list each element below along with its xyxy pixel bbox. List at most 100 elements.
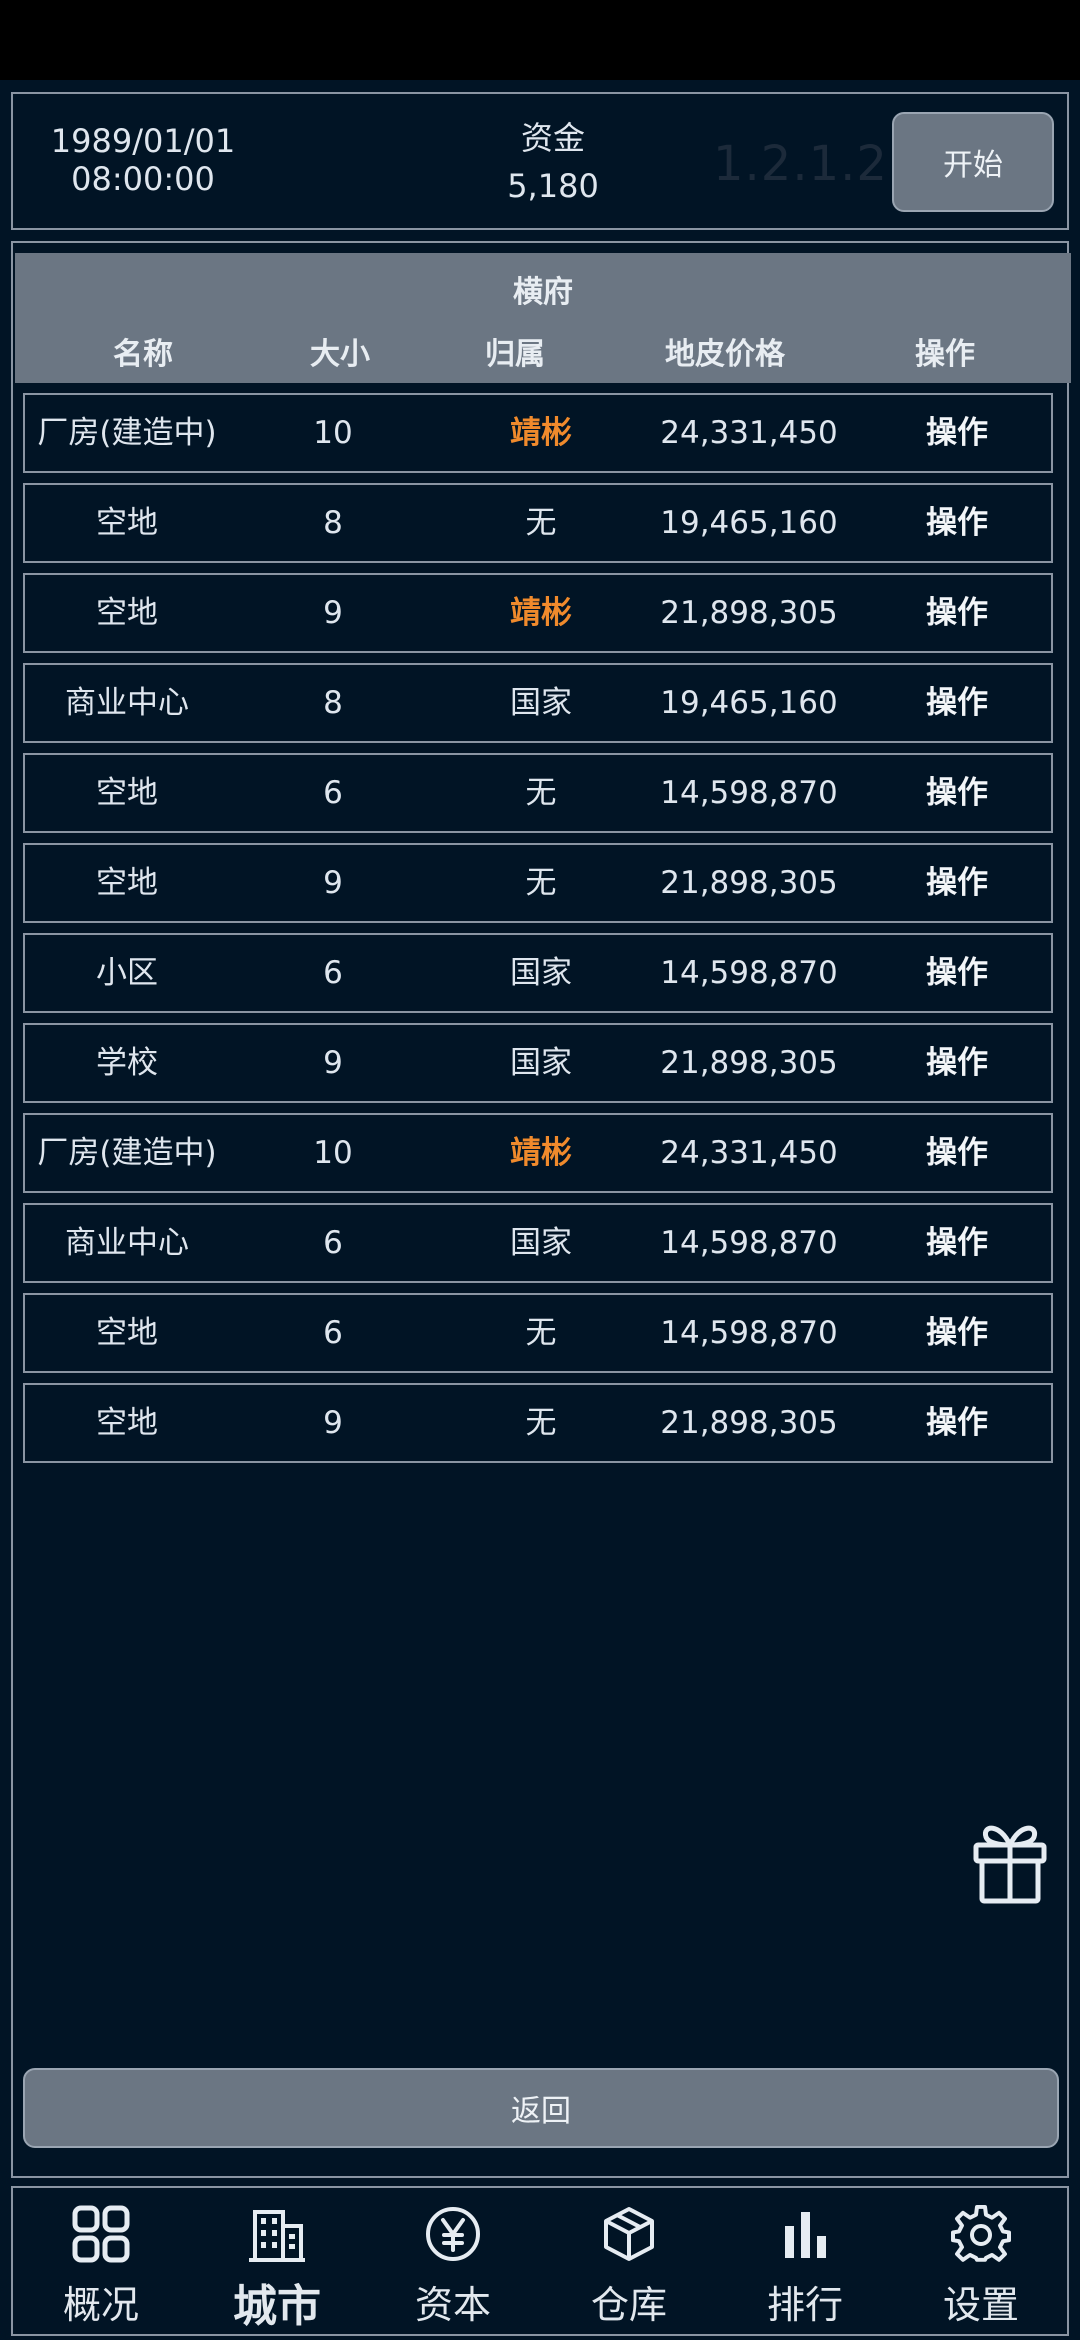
operate-button[interactable]: 操作 [853,485,1061,561]
operate-button[interactable]: 操作 [853,1115,1061,1191]
tab-label: 概况 [62,2283,139,2327]
land-price: 21,898,305 [660,1045,838,1081]
land-name: 空地 [96,1315,158,1351]
land-owner: 国家 [510,685,572,721]
column-headers: 名称 大小 归属 地皮价格 操作 [15,329,1071,372]
land-row: 空地 6 无 14,598,870 操作 [23,753,1053,833]
land-owner: 无 [525,1315,557,1351]
land-owner: 无 [525,775,557,811]
land-name: 学校 [96,1045,158,1081]
operate-button[interactable]: 操作 [853,1295,1061,1371]
land-price: 24,331,450 [660,415,838,451]
operate-button[interactable]: 操作 [853,1205,1061,1281]
land-size: 8 [323,685,343,721]
top-panel: 1989/01/01 08:00:00 资金 5,180 1.2.1.2 开始 [11,92,1069,230]
land-owner: 无 [525,505,557,541]
operate-button[interactable]: 操作 [853,395,1061,471]
grid-icon [72,2205,130,2263]
land-owner: 国家 [510,1225,572,1261]
land-row: 空地 9 靖彬 21,898,305 操作 [23,573,1053,653]
tab-warehouse[interactable]: 仓库 [541,2188,717,2334]
column-price: 地皮价格 [665,337,785,372]
land-owner: 无 [525,1405,557,1441]
land-price: 21,898,305 [660,865,838,901]
land-price: 19,465,160 [660,685,838,721]
land-list: 厂房(建造中) 10 靖彬 24,331,450 操作 空地 8 无 19,465,160 操作空… [23,393,1063,1473]
land-row: 空地 6 无 14,598,870 操作 [23,1293,1053,1373]
operate-button[interactable]: 操作 [853,755,1061,831]
column-owner: 归属 [485,337,545,372]
land-price: 24,331,450 [660,1135,838,1171]
column-action: 操作 [915,337,975,372]
tab-label: 设置 [942,2283,1019,2327]
tab-ranking[interactable]: 排行 [717,2188,893,2334]
operate-button[interactable]: 操作 [853,665,1061,741]
land-name: 小区 [96,955,158,991]
operate-button[interactable]: 操作 [853,575,1061,651]
land-price: 21,898,305 [660,1405,838,1441]
back-button[interactable]: 返回 [23,2068,1059,2148]
tab-settings[interactable]: 设置 [893,2188,1069,2334]
gear-icon [951,2204,1011,2262]
land-name: 空地 [96,775,158,811]
land-row: 空地 9 无 21,898,305 操作 [23,843,1053,923]
start-button[interactable]: 开始 [892,112,1054,212]
land-name: 商业中心 [65,685,189,721]
bottom-tab-bar: 概况 城市 资本 仓库 排行 设置 [11,2186,1069,2336]
land-size: 6 [323,1315,343,1351]
land-price: 14,598,870 [660,1315,838,1351]
operate-button[interactable]: 操作 [853,1025,1061,1101]
tab-label: 仓库 [590,2283,667,2327]
land-owner: 靖彬 [510,595,572,631]
operate-button[interactable]: 操作 [853,845,1061,921]
land-price: 14,598,870 [660,955,838,991]
land-name: 厂房(建造中) [37,415,217,451]
land-row: 厂房(建造中) 10 靖彬 24,331,450 操作 [23,1113,1053,1193]
box-icon [604,2207,654,2261]
tab-city[interactable]: 城市 [189,2188,365,2334]
land-size: 8 [323,505,343,541]
land-name: 空地 [96,505,158,541]
tab-overview[interactable]: 概况 [13,2188,189,2334]
bar-chart-icon [785,2212,826,2258]
land-name: 商业中心 [65,1225,189,1261]
funds-value: 5,180 [507,167,599,205]
land-name: 空地 [96,595,158,631]
yen-icon [426,2207,480,2261]
land-row: 商业中心 8 国家 19,465,160 操作 [23,663,1053,743]
land-row: 商业中心 6 国家 14,598,870 操作 [23,1203,1053,1283]
land-price: 14,598,870 [660,1225,838,1261]
tab-capital[interactable]: 资本 [365,2188,541,2334]
status-bar [0,0,1080,80]
tab-label: 资本 [414,2283,491,2327]
land-price: 14,598,870 [660,775,838,811]
operate-button[interactable]: 操作 [853,935,1061,1011]
land-price: 19,465,160 [660,505,838,541]
city-name: 横府 [513,275,573,310]
land-size: 9 [323,1405,343,1441]
column-name: 名称 [113,337,173,372]
land-name: 空地 [96,1405,158,1441]
land-size: 9 [323,865,343,901]
land-owner: 国家 [510,955,572,991]
funds-label: 资金 [520,119,585,157]
funds-display: 资金 5,180 [453,114,653,210]
tab-label: 城市 [233,2281,321,2332]
tab-label: 排行 [766,2283,843,2327]
operate-button[interactable]: 操作 [853,1385,1061,1461]
land-owner: 靖彬 [510,415,572,451]
land-owner: 靖彬 [510,1135,572,1171]
land-size: 10 [313,415,353,451]
land-row: 空地 8 无 19,465,160 操作 [23,483,1053,563]
land-size: 9 [323,1045,343,1081]
land-price: 21,898,305 [660,595,838,631]
game-datetime: 1989/01/01 08:00:00 [43,122,243,198]
building-icon [249,2210,305,2262]
land-row: 厂房(建造中) 10 靖彬 24,331,450 操作 [23,393,1053,473]
land-size: 6 [323,775,343,811]
game-date: 1989/01/01 [50,122,236,160]
gift-icon[interactable] [970,1815,1050,1905]
land-name: 空地 [96,865,158,901]
land-size: 6 [323,1225,343,1261]
land-row: 学校 9 国家 21,898,305 操作 [23,1023,1053,1103]
